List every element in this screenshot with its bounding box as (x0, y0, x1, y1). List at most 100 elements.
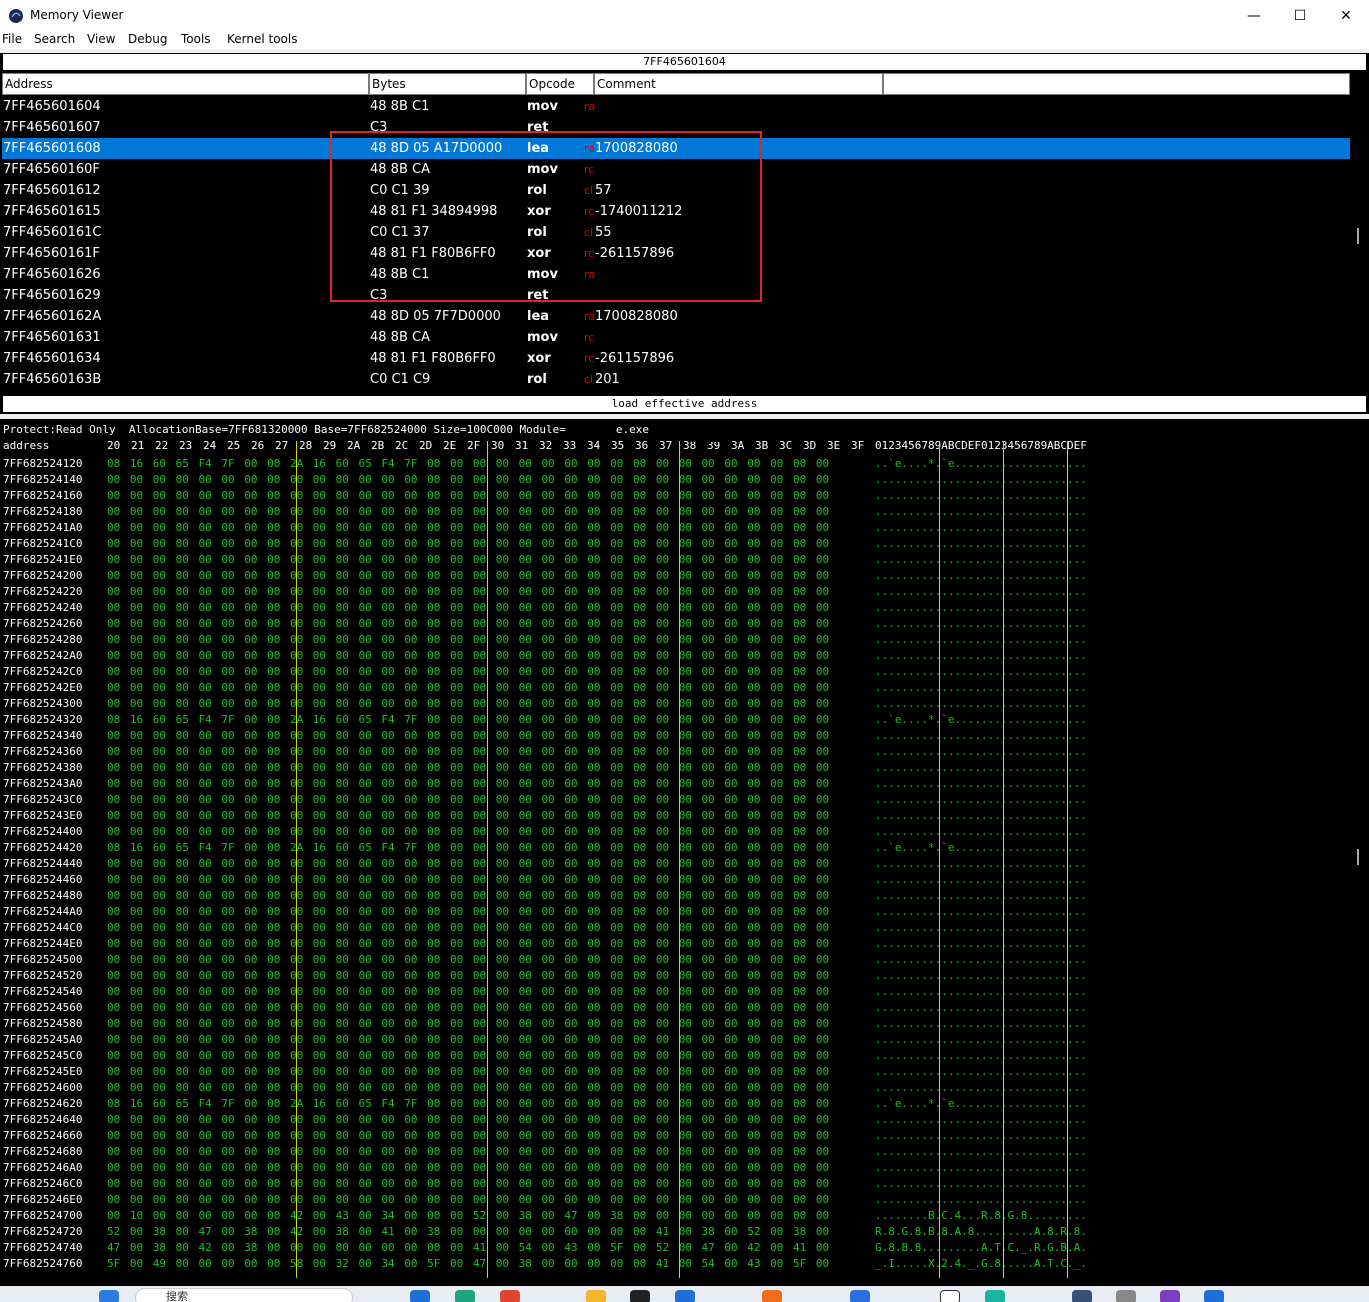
hex-row-ascii: ................................ (875, 1161, 1087, 1174)
app-icon[interactable] (1204, 1290, 1224, 1302)
hex-row-address: 7FF6825245C0 (3, 1049, 83, 1062)
menu-view[interactable]: View (87, 32, 115, 46)
typora-icon[interactable] (940, 1290, 960, 1302)
visual-studio-icon[interactable] (1160, 1290, 1180, 1302)
hex-row-ascii: ................................ (875, 809, 1087, 822)
hex-row-address: 7FF682524240 (3, 601, 83, 614)
disassembler-address-bar[interactable]: 7FF465601604 (2, 53, 1367, 71)
hex-header-offset: 37 (659, 439, 673, 452)
hex-row-address: 7FF682524340 (3, 729, 83, 742)
disasm-row[interactable]: 7FF465601634 48 81 F1 F80B6FF0 xor rc -26115… (2, 348, 1350, 369)
hex-header-offset: 31 (515, 439, 529, 452)
menu-file[interactable]: File (2, 32, 22, 46)
disasm-row[interactable]: 7FF465601626 48 8B C1 mov ra (2, 264, 1350, 285)
column-header-comment[interactable]: Comment (594, 73, 883, 95)
minimize-button[interactable]: — (1231, 0, 1277, 31)
disasm-row[interactable]: 7FF46560161F 48 81 F1 F80B6FF0 xor rc -26115… (2, 243, 1350, 264)
disasm-comment: -261157896 (595, 246, 675, 261)
hex-row-address: 7FF6825245E0 (3, 1065, 83, 1078)
column-header-opcode[interactable]: Opcode (526, 73, 594, 95)
disasm-register: cl (584, 184, 594, 197)
hex-scrollbar-thumb[interactable] (1357, 849, 1359, 865)
menu-bar: File Search View Debug Tools Kernel tool… (0, 31, 1369, 49)
menu-search[interactable]: Search (34, 32, 75, 46)
hex-row-address: 7FF682524560 (3, 1001, 83, 1014)
hex-row-zero-bytes: 00 00 00 00 00 00 00 00 00 00 00 00 00 0… (107, 745, 830, 758)
hex-row-ascii: ................................ (875, 921, 1087, 934)
hex-row-zero-bytes: 00 00 00 00 00 00 00 00 00 00 00 00 00 0… (107, 521, 830, 534)
edge-icon[interactable] (455, 1290, 475, 1302)
hex-row-ascii: ................................ (875, 681, 1087, 694)
start-icon[interactable] (99, 1290, 119, 1302)
disasm-opcode: mov (527, 330, 558, 345)
menu-kernel-tools[interactable]: Kernel tools (227, 32, 298, 46)
hex-row-zero-bytes: 00 00 00 00 00 00 00 00 00 00 00 00 00 0… (107, 793, 830, 806)
calculator-icon[interactable] (1116, 1290, 1136, 1302)
hex-row-ascii: ................................ (875, 1193, 1087, 1206)
disasm-address: 7FF46560163B (3, 372, 102, 387)
hex-row-ascii: ........B.C.4...R.8.G.8......... (875, 1209, 1087, 1222)
disasm-opcode: lea (527, 309, 550, 324)
disasm-row[interactable]: 7FF465601615 48 81 F1 34894998 xor rc -17400… (2, 201, 1350, 222)
disasm-row[interactable]: 7FF46560162A 48 8D 05 7F7D0000 lea ra 170082… (2, 306, 1350, 327)
hex-header-offset: 36 (635, 439, 649, 452)
column-header-address[interactable]: Address (2, 73, 369, 95)
disasm-row[interactable]: 7FF465601607 C3 ret (2, 117, 1350, 138)
folder-icon[interactable] (586, 1290, 606, 1302)
hex-group-separator (296, 441, 297, 1278)
ascii-group-separator (939, 441, 940, 1278)
disassembler-scrollbar-thumb[interactable] (1357, 228, 1359, 244)
hex-row-address: 7FF682524680 (3, 1145, 83, 1158)
disasm-opcode: lea (527, 141, 550, 156)
menu-tools[interactable]: Tools (181, 32, 211, 46)
disasm-address: 7FF465601607 (3, 120, 101, 135)
disasm-row[interactable]: 7FF46560161C C0 C1 37 rol cl 55 (2, 222, 1350, 243)
disasm-row[interactable]: 7FF465601631 48 8B CA mov rc (2, 327, 1350, 348)
hex-row-address: 7FF682524620 (3, 1097, 83, 1110)
disasm-bytes: 48 81 F1 F80B6FF0 (370, 246, 496, 261)
pane-splitter[interactable] (0, 414, 1369, 419)
office-icon[interactable] (762, 1290, 782, 1302)
hex-row-ascii: ................................ (875, 1177, 1087, 1190)
menu-debug[interactable]: Debug (128, 32, 167, 46)
hex-row-address: 7FF682524660 (3, 1129, 83, 1142)
disasm-opcode: mov (527, 267, 558, 282)
column-header-bytes[interactable]: Bytes (369, 73, 526, 95)
maximize-button[interactable]: ☐ (1277, 0, 1323, 31)
disasm-opcode: ret (527, 288, 549, 303)
cheat-engine-taskbar-icon[interactable] (1072, 1290, 1092, 1302)
disasm-bytes: 48 8B CA (370, 330, 430, 345)
disasm-address: 7FF46560161F (3, 246, 100, 261)
hex-row-ascii: ................................ (875, 649, 1087, 662)
hex-row-zero-bytes: 00 00 00 00 00 00 00 00 00 00 00 00 00 0… (107, 985, 830, 998)
disasm-row[interactable]: 7FF46560160F 48 8B CA mov rc (2, 159, 1350, 180)
app-icon[interactable] (850, 1290, 870, 1302)
disasm-address: 7FF465601626 (3, 267, 101, 282)
hex-row-ascii: ..`e....*.`e.................... (875, 457, 1087, 470)
chrome-icon[interactable] (500, 1290, 520, 1302)
app-icon[interactable] (675, 1290, 695, 1302)
browser-icon[interactable] (410, 1290, 430, 1302)
close-button[interactable]: ✕ (1323, 0, 1369, 31)
disasm-register: rc (584, 331, 594, 344)
qq-icon[interactable] (630, 1290, 650, 1302)
app-icon[interactable] (985, 1290, 1005, 1302)
hex-row-address: 7FF682524700 (3, 1209, 83, 1222)
hex-row-ascii: ................................ (875, 585, 1087, 598)
disasm-row[interactable]: 7FF465601608 48 8D 05 A17D0000 lea ra 170082… (2, 138, 1350, 159)
disasm-row[interactable]: 7FF46560163B C0 C1 C9 rol cl 201 (2, 369, 1350, 390)
hex-row-address: 7FF6825242C0 (3, 665, 83, 678)
hex-row-ascii: ................................ (875, 665, 1087, 678)
taskbar-search[interactable]: 搜索 (135, 1288, 353, 1302)
hex-row-ascii: ................................ (875, 1065, 1087, 1078)
hex-row-address: 7FF6825246E0 (3, 1193, 83, 1206)
disassembler-view[interactable]: 7FF465601604 48 8B C1 mov ra 7FF465601607 C3 r… (2, 96, 1350, 394)
disasm-address: 7FF465601612 (3, 183, 101, 198)
disasm-row[interactable]: 7FF465601612 C0 C1 39 rol cl 57 (2, 180, 1350, 201)
hex-row-zero-bytes: 00 00 00 00 00 00 00 00 00 00 00 00 00 0… (107, 489, 830, 502)
hex-row-address: 7FF682524300 (3, 697, 83, 710)
disasm-comment: 57 (595, 183, 612, 198)
disasm-row[interactable]: 7FF465601629 C3 ret (2, 285, 1350, 306)
disasm-row[interactable]: 7FF465601604 48 8B C1 mov ra (2, 96, 1350, 117)
disasm-address: 7FF465601634 (3, 351, 101, 366)
